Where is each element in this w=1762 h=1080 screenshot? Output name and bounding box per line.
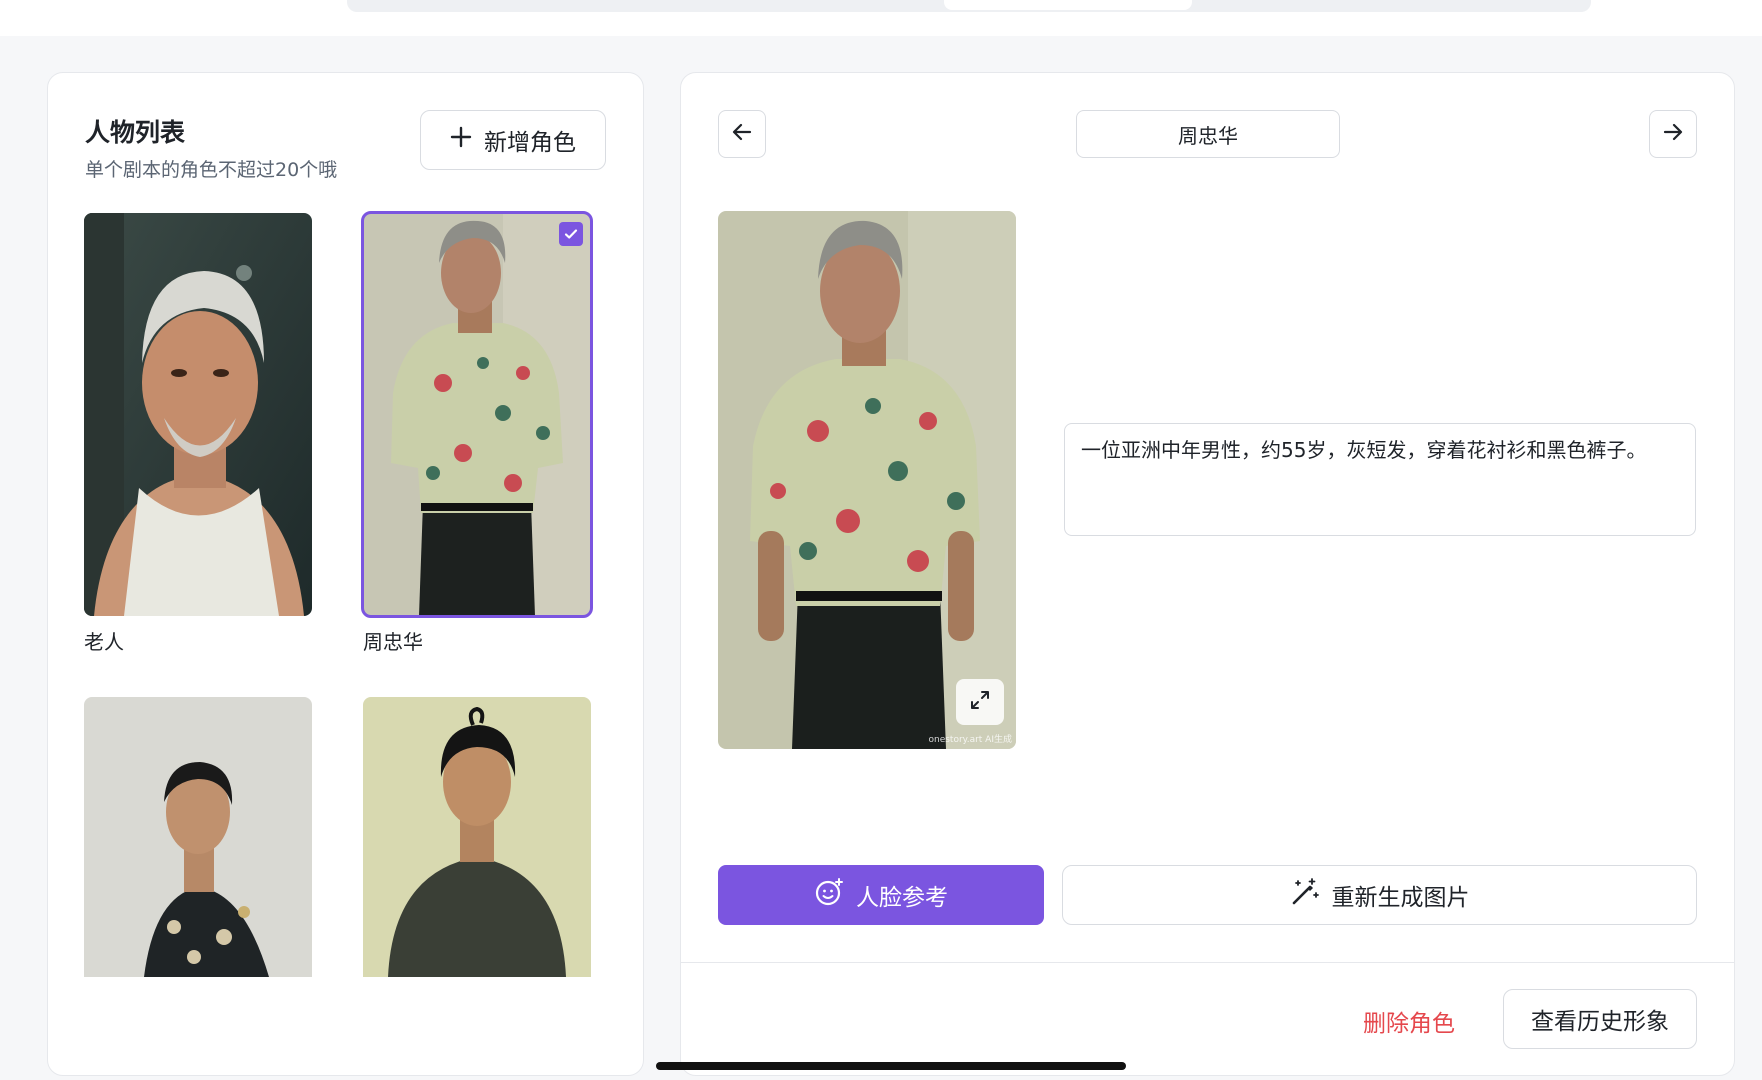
expand-image-button[interactable]: [956, 679, 1004, 725]
character-thumbnail: [361, 211, 593, 618]
add-character-button[interactable]: 新增角色: [420, 110, 606, 170]
regenerate-image-label: 重新生成图片: [1331, 885, 1470, 911]
plus-icon: [450, 126, 472, 154]
selected-check-icon: [559, 222, 583, 246]
top-bar: [0, 0, 1762, 36]
regenerate-image-button[interactable]: 重新生成图片: [1062, 865, 1697, 925]
character-card-old-man[interactable]: 老人: [84, 213, 312, 655]
list-subtitle: 单个剧本的角色不超过20个哦: [85, 159, 338, 181]
character-thumbnail: [84, 213, 312, 616]
image-watermark: onestory.art AI生成: [928, 735, 1013, 745]
character-name-input[interactable]: [1076, 110, 1340, 158]
character-thumbnail: [363, 697, 591, 977]
face-reference-button[interactable]: 人脸参考: [718, 865, 1044, 925]
character-description-input[interactable]: 一位亚洲中年男性，约55岁，灰短发，穿着花衬衫和黑色裤子。: [1064, 423, 1696, 536]
previous-character-button[interactable]: [718, 110, 766, 158]
footer-divider: [681, 962, 1734, 963]
list-title: 人物列表: [85, 118, 186, 147]
character-thumbnail: [84, 697, 312, 977]
character-detail-panel: onestory.art AI生成 一位亚洲中年男性，约55岁，灰短发，穿着花衬…: [680, 72, 1735, 1076]
face-sparkle-icon: [814, 877, 844, 913]
next-character-button[interactable]: [1649, 110, 1697, 158]
delete-character-button[interactable]: 删除角色: [1363, 1004, 1473, 1038]
character-name: 老人: [84, 630, 124, 654]
segmented-control[interactable]: [347, 0, 1591, 12]
expand-icon: [969, 689, 991, 715]
arrow-left-icon: [730, 120, 754, 148]
add-character-label: 新增角色: [484, 130, 576, 156]
character-card-selected[interactable]: 周忠华: [361, 211, 593, 655]
magic-wand-icon: [1290, 877, 1320, 913]
view-history-button[interactable]: 查看历史形象: [1503, 989, 1697, 1049]
face-reference-label: 人脸参考: [856, 885, 948, 911]
segmented-control-active[interactable]: [944, 0, 1192, 10]
arrow-right-icon: [1661, 120, 1685, 148]
home-indicator: [656, 1062, 1126, 1070]
character-main-image: onestory.art AI生成: [718, 211, 1016, 749]
character-list-panel: 人物列表 单个剧本的角色不超过20个哦 新增角色 老人 周忠华: [47, 72, 644, 1076]
character-name: 周忠华: [363, 630, 423, 654]
character-card-young-man[interactable]: [84, 697, 312, 987]
character-card-young-man-2[interactable]: [363, 697, 591, 987]
